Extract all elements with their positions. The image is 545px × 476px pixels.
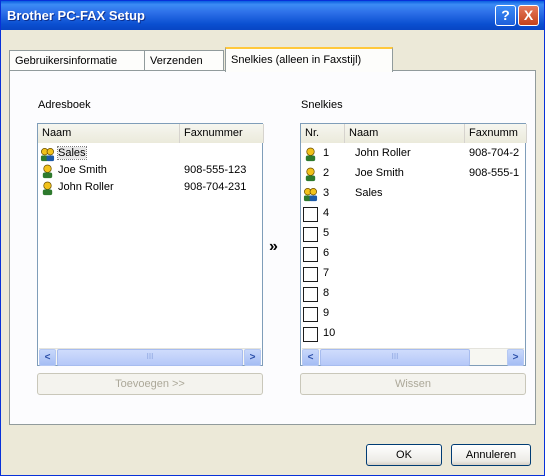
addressbook-row[interactable]: Joe Smith 908-555-123	[38, 162, 262, 180]
addressbook-header: Naam Faxnummer	[38, 124, 264, 143]
clear-button[interactable]: Wissen	[300, 373, 526, 395]
addressbook-row[interactable]: John Roller 908-704-231	[38, 179, 262, 197]
scroll-right-icon[interactable]: >	[507, 349, 524, 366]
ok-button[interactable]: OK	[366, 444, 442, 466]
speeddial-row[interactable]: 5	[301, 225, 525, 243]
speeddial-number: 3	[323, 187, 330, 199]
speeddial-number: 5	[323, 227, 330, 239]
group-icon	[40, 147, 55, 162]
column-naam[interactable]: Naam	[345, 124, 465, 143]
close-button[interactable]: X	[518, 5, 539, 26]
contact-fax: 908-704-231	[184, 181, 247, 193]
speeddial-number: 7	[323, 267, 330, 279]
speeddial-row[interactable]: 9	[301, 305, 525, 323]
speeddial-label: Snelkies	[301, 99, 343, 111]
scroll-left-icon[interactable]: <	[302, 349, 319, 366]
add-button[interactable]: Toevoegen >>	[37, 373, 263, 395]
speeddial-row[interactable]: 4	[301, 205, 525, 223]
column-faxnummer[interactable]: Faxnumm	[465, 124, 527, 143]
tab-verzenden[interactable]: Verzenden	[144, 50, 224, 71]
speeddial-name: Joe Smith	[355, 167, 404, 179]
speeddial-fax: 908-555-1	[469, 167, 520, 179]
speeddial-number: 8	[323, 287, 330, 299]
scroll-right-icon[interactable]: >	[244, 349, 261, 366]
person-icon	[40, 181, 55, 196]
contact-name: Joe Smith	[58, 164, 107, 176]
speeddial-name: Sales	[355, 187, 383, 199]
empty-slot-icon	[303, 327, 318, 342]
speeddial-row[interactable]: 8	[301, 285, 525, 303]
speeddial-number: 1	[323, 147, 330, 159]
column-naam[interactable]: Naam	[38, 124, 180, 143]
speeddial-row[interactable]: 7	[301, 265, 525, 283]
tab-gebruikersinformatie[interactable]: Gebruikersinformatie	[9, 50, 145, 71]
column-faxnummer[interactable]: Faxnummer	[180, 124, 264, 143]
addressbook-list[interactable]: Naam Faxnummer Sales Joe Smith 908-555-123…	[37, 123, 264, 366]
scroll-thumb[interactable]: III	[320, 349, 470, 366]
addressbook-hscrollbar[interactable]: < III >	[39, 348, 261, 366]
speeddial-hscrollbar[interactable]: < III >	[302, 348, 524, 366]
addressbook-row[interactable]: Sales	[38, 145, 262, 163]
scroll-thumb[interactable]: III	[57, 349, 243, 366]
empty-slot-icon	[303, 247, 318, 262]
scroll-left-icon[interactable]: <	[39, 349, 56, 366]
tab-strip: Gebruikersinformatie Verzenden Snelkies …	[9, 47, 529, 72]
cancel-button[interactable]: Annuleren	[451, 444, 531, 466]
dialog-window: Brother PC-FAX Setup ? X Gebruikersinfor…	[0, 0, 545, 476]
speeddial-row[interactable]: 1 John Roller 908-704-2	[301, 145, 525, 163]
speeddial-number: 10	[323, 327, 336, 339]
contact-name: Sales	[57, 146, 87, 160]
empty-slot-icon	[303, 207, 318, 222]
speeddial-row[interactable]: 6	[301, 245, 525, 263]
addressbook-label: Adresboek	[38, 99, 91, 111]
contact-name: John Roller	[58, 181, 114, 193]
speeddial-row[interactable]: 2 Joe Smith 908-555-1	[301, 165, 525, 183]
empty-slot-icon	[303, 267, 318, 282]
group-icon	[303, 187, 318, 202]
help-button[interactable]: ?	[495, 5, 516, 26]
empty-slot-icon	[303, 227, 318, 242]
speeddial-fax: 908-704-2	[469, 147, 520, 159]
person-icon	[303, 167, 318, 182]
tab-snelkies[interactable]: Snelkies (alleen in Faxstijl)	[225, 47, 393, 72]
window-title: Brother PC-FAX Setup	[7, 8, 145, 23]
tab-panel: Adresboek Naam Faxnummer Sales Joe Smith 9…	[9, 70, 536, 425]
speeddial-number: 9	[323, 307, 330, 319]
speeddial-number: 4	[323, 207, 330, 219]
contact-fax: 908-555-123	[184, 164, 247, 176]
speeddial-row[interactable]: 10	[301, 325, 525, 343]
empty-slot-icon	[303, 287, 318, 302]
speeddial-number: 2	[323, 167, 330, 179]
person-icon	[40, 164, 55, 179]
person-icon	[303, 147, 318, 162]
speeddial-number: 6	[323, 247, 330, 259]
column-nr[interactable]: Nr.	[301, 124, 345, 143]
empty-slot-icon	[303, 307, 318, 322]
speeddial-header: Nr. Naam Faxnumm	[301, 124, 527, 143]
transfer-arrow-icon: »	[269, 238, 278, 255]
title-bar[interactable]: Brother PC-FAX Setup ? X	[1, 1, 544, 30]
speeddial-list[interactable]: Nr. Naam Faxnumm 1 John Roller 908-704-2 2 J…	[300, 123, 527, 366]
speeddial-name: John Roller	[355, 147, 411, 159]
speeddial-row[interactable]: 3 Sales	[301, 185, 525, 203]
